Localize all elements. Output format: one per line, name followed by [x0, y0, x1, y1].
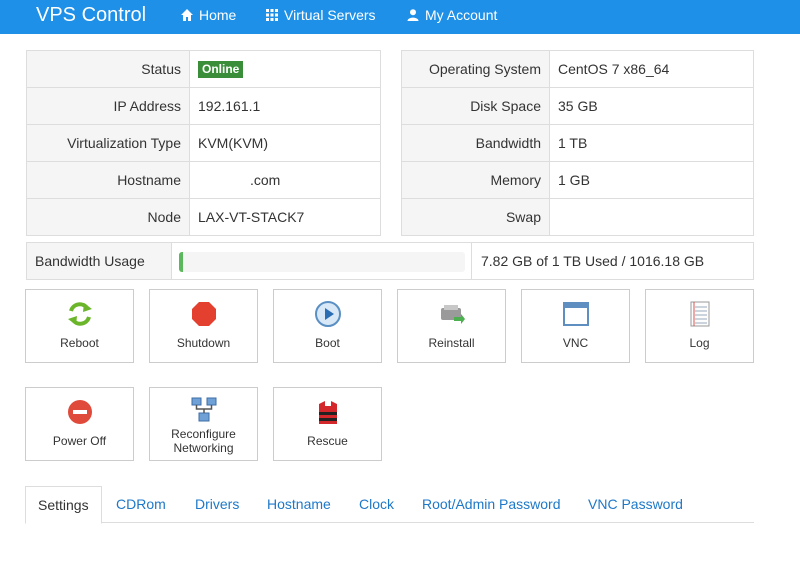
info-key: Memory: [401, 161, 550, 199]
info-row-status: Status Online: [26, 50, 381, 88]
log-icon: [690, 301, 709, 327]
info-value: KVM(KVM): [189, 124, 381, 162]
nav-virtual-servers[interactable]: Virtual Servers: [266, 6, 376, 24]
info-row-os: Operating System CentOS 7 x86_64: [401, 50, 754, 88]
info-key: Node: [26, 198, 190, 236]
nav-my-account[interactable]: My Account: [407, 6, 497, 24]
bandwidth-usage-row: Bandwidth Usage 7.82 GB of 1 TB Used / 1…: [26, 242, 754, 280]
navbar: VPS Control Home Virtual Servers My Acco…: [0, 0, 800, 34]
bandwidth-usage-text: 7.82 GB of 1 TB Used / 1016.18 GB: [481, 253, 705, 269]
reboot-button[interactable]: Reboot: [25, 289, 134, 363]
info-row-virtualization: Virtualization Type KVM(KVM): [26, 124, 381, 162]
user-icon: [407, 9, 419, 21]
info-value: 35 GB: [549, 87, 754, 125]
reinstall-label: Reinstall: [428, 336, 475, 350]
vnc-label: VNC: [562, 336, 589, 350]
info-value: 1 TB: [549, 124, 754, 162]
info-value: LAX-VT-STACK7: [189, 198, 381, 236]
settings-tabs: Settings CDRom Drivers Hostname Clock Ro…: [25, 486, 754, 524]
rescue-label: Rescue: [307, 434, 348, 448]
bandwidth-progress-fill: [179, 252, 183, 272]
log-label: Log: [689, 336, 710, 350]
status-badge: Online: [198, 61, 244, 78]
reinstall-button[interactable]: Reinstall: [397, 289, 506, 363]
boot-label: Boot: [315, 336, 340, 350]
info-row-disk: Disk Space 35 GB: [401, 87, 754, 125]
boot-button[interactable]: Boot: [273, 289, 382, 363]
tab-cdrom[interactable]: CDRom: [116, 486, 166, 523]
tab-settings[interactable]: Settings: [25, 486, 102, 524]
resource-info-table: Operating System CentOS 7 x86_64 Disk Sp…: [401, 50, 754, 236]
info-row-hostname: Hostname .com: [26, 161, 381, 199]
nav-virtual-servers-label: Virtual Servers: [284, 7, 376, 23]
info-row-node: Node LAX-VT-STACK7: [26, 198, 381, 236]
info-value: 1 GB: [549, 161, 754, 199]
info-row-memory: Memory 1 GB: [401, 161, 754, 199]
power-off-icon: [67, 400, 92, 424]
nav-home[interactable]: Home: [181, 6, 236, 24]
reconfigure-networking-label: Reconfigure Networking: [171, 427, 236, 455]
shutdown-label: Shutdown: [176, 336, 231, 350]
info-key: Virtualization Type: [26, 124, 190, 162]
info-value: [549, 198, 754, 236]
reboot-icon: [67, 302, 92, 326]
tab-clock[interactable]: Clock: [359, 486, 394, 523]
tab-vnc-password[interactable]: VNC Password: [588, 486, 683, 523]
info-row-bandwidth: Bandwidth 1 TB: [401, 124, 754, 162]
nav-home-label: Home: [199, 7, 237, 23]
tab-root-admin-password[interactable]: Root/Admin Password: [422, 486, 561, 523]
power-off-button[interactable]: Power Off: [25, 387, 134, 461]
power-off-label: Power Off: [52, 434, 107, 448]
rescue-icon: [318, 401, 337, 424]
bandwidth-usage-label: Bandwidth Usage: [27, 243, 172, 279]
log-button[interactable]: Log: [645, 289, 754, 363]
reboot-label: Reboot: [60, 336, 99, 350]
boot-icon: [314, 301, 341, 327]
home-icon: [181, 9, 193, 21]
info-key: Status: [26, 50, 190, 88]
info-row-swap: Swap: [401, 198, 754, 236]
grid-icon: [266, 9, 278, 21]
info-key: Operating System: [401, 50, 550, 88]
nav-my-account-label: My Account: [425, 7, 498, 23]
info-key: Disk Space: [401, 87, 550, 125]
info-row-ip: IP Address 192.161.1: [26, 87, 381, 125]
reconfigure-networking-button[interactable]: Reconfigure Networking: [149, 387, 258, 461]
info-key: IP Address: [26, 87, 190, 125]
vnc-icon: [562, 302, 589, 326]
info-key: Swap: [401, 198, 550, 236]
brand-title[interactable]: VPS Control: [36, 3, 146, 27]
vnc-button[interactable]: VNC: [521, 289, 630, 363]
info-key: Hostname: [26, 161, 190, 199]
info-value: 192.161.1: [189, 87, 381, 125]
network-icon: [191, 397, 216, 422]
shutdown-icon: [191, 302, 216, 326]
rescue-button[interactable]: Rescue: [273, 387, 382, 461]
server-info-table: Status Online IP Address 192.161.1 Virtu…: [26, 50, 381, 236]
info-value: CentOS 7 x86_64: [549, 50, 754, 88]
bandwidth-progress-bar: [179, 252, 465, 272]
tab-hostname[interactable]: Hostname: [267, 486, 331, 523]
shutdown-button[interactable]: Shutdown: [149, 289, 258, 363]
info-key: Bandwidth: [401, 124, 550, 162]
tab-drivers[interactable]: Drivers: [195, 486, 239, 523]
reinstall-icon: [440, 305, 465, 324]
info-value: .com: [189, 161, 381, 199]
